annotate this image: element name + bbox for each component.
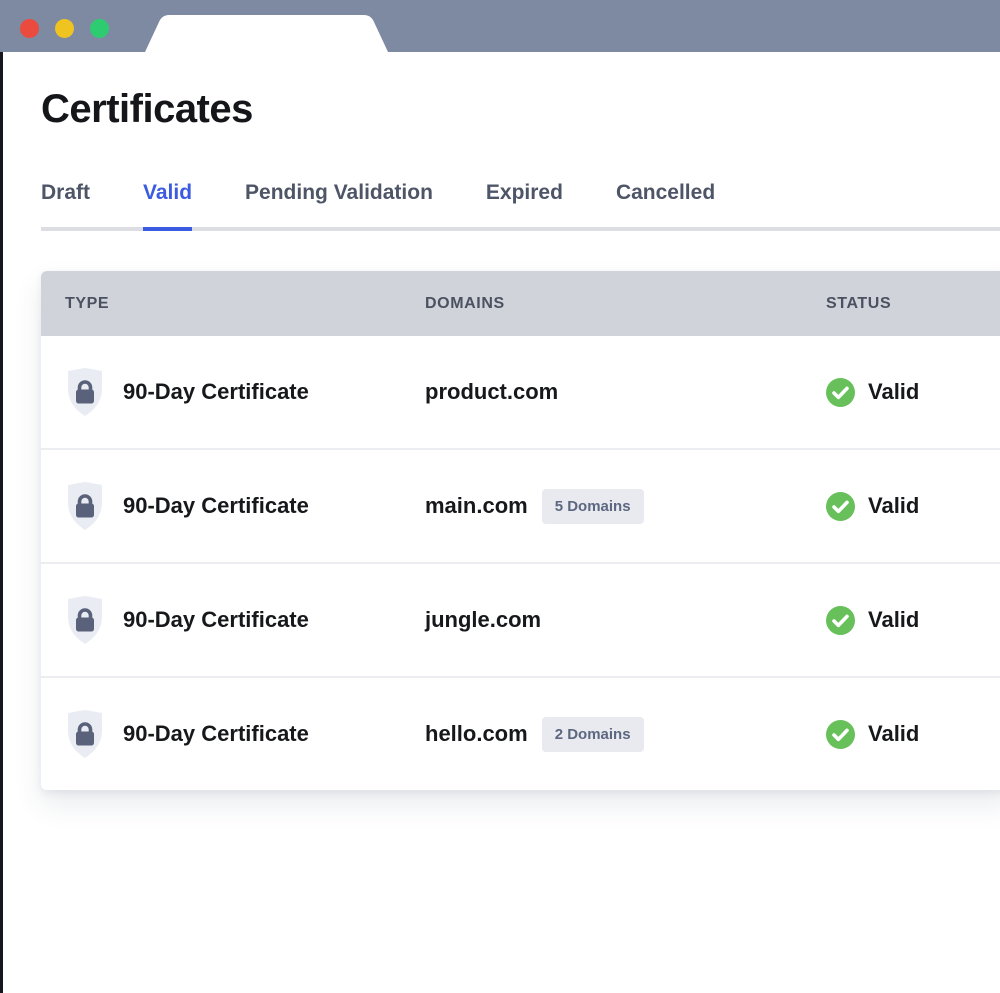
shield-lock-icon bbox=[65, 595, 105, 645]
table-row[interactable]: 90-Day Certificate hello.com 2 Domains V… bbox=[41, 676, 1000, 790]
tab-expired[interactable]: Expired bbox=[486, 181, 563, 227]
shield-lock-icon bbox=[65, 367, 105, 417]
tab-pending-validation[interactable]: Pending Validation bbox=[245, 181, 433, 227]
domain-count-badge: 2 Domains bbox=[542, 717, 644, 752]
check-circle-icon bbox=[826, 720, 855, 749]
check-circle-icon bbox=[826, 378, 855, 407]
column-header-domains: DOMAINS bbox=[425, 295, 826, 313]
close-button[interactable] bbox=[20, 19, 39, 38]
browser-chrome-bar bbox=[0, 0, 1000, 52]
certificates-table: TYPE DOMAINS STATUS 90-Day Certificate p… bbox=[41, 271, 1000, 790]
domain-name: hello.com bbox=[425, 721, 528, 747]
browser-tab-shape[interactable] bbox=[145, 15, 388, 52]
traffic-lights bbox=[20, 19, 109, 38]
window-body: Certificates Draft Valid Pending Validatio… bbox=[0, 52, 1000, 993]
table-row[interactable]: 90-Day Certificate jungle.com Valid bbox=[41, 562, 1000, 676]
status-label: Valid bbox=[868, 721, 919, 747]
table-header-row: TYPE DOMAINS STATUS bbox=[41, 271, 1000, 336]
table-body: 90-Day Certificate product.com Valid 90-… bbox=[41, 336, 1000, 790]
column-header-type: TYPE bbox=[41, 295, 425, 313]
tab-list: Draft Valid Pending Validation Expired Cance… bbox=[41, 181, 1000, 231]
table-row[interactable]: 90-Day Certificate product.com Valid bbox=[41, 336, 1000, 448]
shield-lock-icon bbox=[65, 481, 105, 531]
domain-name: main.com bbox=[425, 493, 528, 519]
tab-cancelled[interactable]: Cancelled bbox=[616, 181, 715, 227]
domain-name: jungle.com bbox=[425, 607, 541, 633]
status-label: Valid bbox=[868, 607, 919, 633]
certificate-type-label: 90-Day Certificate bbox=[123, 379, 309, 405]
page-title: Certificates bbox=[3, 52, 1000, 133]
status-label: Valid bbox=[868, 379, 919, 405]
fullscreen-button[interactable] bbox=[90, 19, 109, 38]
certificate-type-label: 90-Day Certificate bbox=[123, 493, 309, 519]
status-label: Valid bbox=[868, 493, 919, 519]
tab-draft[interactable]: Draft bbox=[41, 181, 90, 227]
domain-name: product.com bbox=[425, 379, 558, 405]
domain-count-badge: 5 Domains bbox=[542, 489, 644, 524]
minimize-button[interactable] bbox=[55, 19, 74, 38]
certificate-type-label: 90-Day Certificate bbox=[123, 721, 309, 747]
check-circle-icon bbox=[826, 492, 855, 521]
certificate-type-label: 90-Day Certificate bbox=[123, 607, 309, 633]
check-circle-icon bbox=[826, 606, 855, 635]
column-header-status: STATUS bbox=[826, 295, 1000, 313]
tab-valid[interactable]: Valid bbox=[143, 181, 192, 231]
table-row[interactable]: 90-Day Certificate main.com 5 Domains Va… bbox=[41, 448, 1000, 562]
shield-lock-icon bbox=[65, 709, 105, 759]
